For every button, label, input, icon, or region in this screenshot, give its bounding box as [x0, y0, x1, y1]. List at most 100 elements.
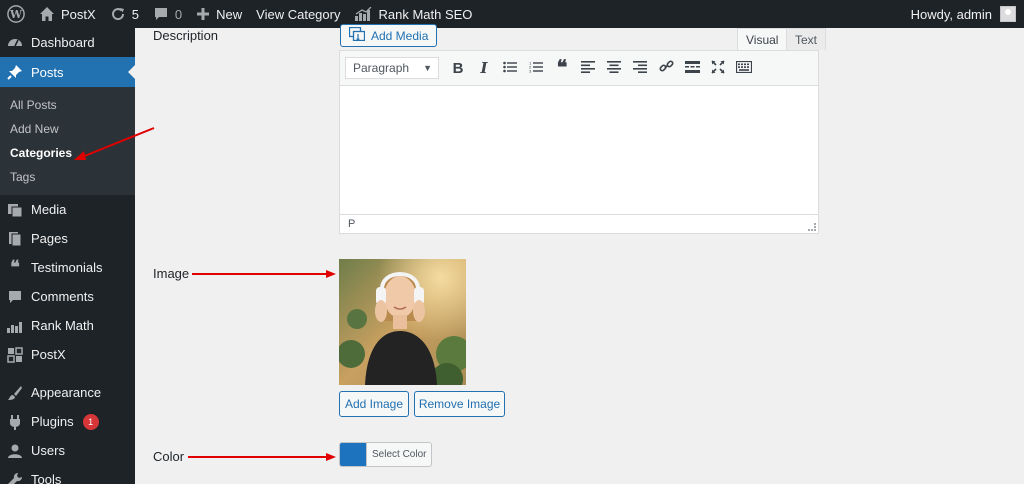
format-select-value: Paragraph	[353, 61, 410, 75]
site-name-link[interactable]: PostX	[32, 0, 103, 28]
comment-bubble-icon	[153, 6, 169, 22]
remove-image-button[interactable]: Remove Image	[414, 391, 505, 417]
bullet-list-button[interactable]	[497, 55, 523, 81]
italic-button[interactable]: I	[471, 55, 497, 81]
menu-users[interactable]: Users	[0, 436, 135, 465]
add-media-button[interactable]: Add Media	[340, 24, 438, 47]
view-category-label: View Category	[256, 6, 341, 22]
tab-visual[interactable]: Visual	[737, 28, 788, 50]
menu-pages[interactable]: Pages	[0, 224, 135, 253]
menu-appearance[interactable]: Appearance	[0, 378, 135, 407]
format-select[interactable]: Paragraph ▼	[345, 57, 439, 79]
arrow-to-color	[188, 453, 336, 461]
menu-postx-label: PostX	[31, 347, 66, 362]
menu-posts[interactable]: Posts	[0, 57, 135, 87]
view-category-link[interactable]: View Category	[249, 0, 347, 28]
quote-icon: ❝	[10, 257, 20, 277]
editor-content-area[interactable]	[339, 86, 819, 214]
svg-text:W: W	[9, 8, 23, 21]
read-more-icon	[684, 60, 700, 76]
updates-icon	[110, 6, 126, 22]
submenu-tags[interactable]: Tags	[0, 165, 135, 189]
italic-icon: I	[480, 59, 488, 77]
postx-icon	[6, 346, 24, 363]
dashboard-icon	[6, 35, 24, 51]
menu-plugins-label: Plugins	[31, 414, 74, 429]
comment-icon	[6, 289, 24, 305]
plugin-icon	[6, 414, 24, 430]
wp-logo-menu[interactable]: W	[0, 0, 32, 28]
rank-math-label: Rank Math SEO	[378, 6, 473, 22]
menu-postx[interactable]: PostX	[0, 340, 135, 369]
admin-sidebar: Dashboard Posts All Posts Add New Catego…	[0, 28, 135, 484]
comments-link[interactable]: 0	[146, 0, 189, 28]
brush-icon	[6, 385, 24, 401]
color-swatch	[340, 443, 366, 466]
align-center-button[interactable]	[601, 55, 627, 81]
pin-icon	[6, 64, 24, 80]
numbered-list-icon: 123	[529, 60, 543, 76]
chevron-down-icon: ▼	[423, 63, 432, 73]
resize-handle[interactable]	[808, 223, 816, 231]
align-right-icon	[633, 60, 647, 76]
comments-count: 0	[174, 6, 183, 22]
align-right-button[interactable]	[627, 55, 653, 81]
editor-statusbar: P	[339, 214, 819, 234]
fullscreen-icon	[711, 59, 725, 77]
rank-math-icon	[354, 7, 372, 21]
menu-dashboard-label: Dashboard	[31, 35, 95, 50]
add-image-button[interactable]: Add Image	[339, 391, 409, 417]
submenu-add-new[interactable]: Add New	[0, 117, 135, 141]
menu-media-label: Media	[31, 202, 67, 217]
wrench-icon	[6, 472, 24, 484]
menu-rank-math-label: Rank Math	[31, 318, 94, 333]
tab-text[interactable]: Text	[786, 28, 827, 50]
greeting: Howdy, admin	[910, 6, 992, 22]
my-account-link[interactable]: Howdy, admin	[904, 0, 1024, 28]
category-image	[339, 259, 466, 385]
admin-bar: W PostX 5 0 New View Category Rank Math …	[0, 0, 1024, 28]
menu-posts-label: Posts	[31, 64, 64, 80]
menu-media[interactable]: Media	[0, 195, 135, 224]
menu-tools-label: Tools	[31, 472, 62, 484]
align-left-icon	[581, 60, 595, 76]
add-media-label: Add Media	[371, 28, 429, 43]
user-icon	[6, 443, 24, 459]
bold-button[interactable]: B	[445, 55, 471, 81]
align-center-icon	[607, 60, 621, 76]
color-label: Color	[153, 449, 185, 464]
menu-dashboard[interactable]: Dashboard	[0, 28, 135, 57]
svg-text:3: 3	[529, 68, 532, 73]
keyboard-icon	[735, 60, 753, 76]
avatar	[1000, 6, 1016, 22]
align-left-button[interactable]	[575, 55, 601, 81]
menu-pages-label: Pages	[31, 231, 68, 246]
menu-comments-label: Comments	[31, 289, 94, 304]
editor-toolbar: Paragraph ▼ B I 123 ❝	[339, 50, 819, 86]
updates-link[interactable]: 5	[103, 0, 146, 28]
chart-icon	[6, 319, 24, 333]
fullscreen-button[interactable]	[705, 55, 731, 81]
menu-rank-math[interactable]: Rank Math	[0, 311, 135, 340]
description-label: Description	[153, 28, 219, 43]
plus-icon	[196, 7, 210, 21]
menu-plugins[interactable]: Plugins 1	[0, 407, 135, 436]
submenu-all-posts[interactable]: All Posts	[0, 93, 135, 117]
numbered-list-button[interactable]: 123	[523, 55, 549, 81]
color-picker-button[interactable]: Select Color	[339, 442, 433, 467]
posts-submenu: All Posts Add New Categories Tags	[0, 87, 135, 195]
updates-count: 5	[131, 6, 139, 22]
bullet-list-icon	[503, 61, 517, 76]
submenu-categories[interactable]: Categories	[0, 141, 135, 165]
menu-testimonials[interactable]: ❝ Testimonials	[0, 253, 135, 282]
read-more-button[interactable]	[679, 55, 705, 81]
bold-icon: B	[452, 59, 464, 77]
menu-tools[interactable]: Tools	[0, 465, 135, 484]
new-content-link[interactable]: New	[189, 0, 249, 28]
menu-separator	[0, 369, 135, 378]
element-path: P	[348, 218, 356, 230]
blockquote-button[interactable]: ❝	[549, 55, 575, 81]
insert-link-button[interactable]	[653, 55, 679, 81]
menu-comments[interactable]: Comments	[0, 282, 135, 311]
toolbar-toggle-button[interactable]	[731, 55, 757, 81]
